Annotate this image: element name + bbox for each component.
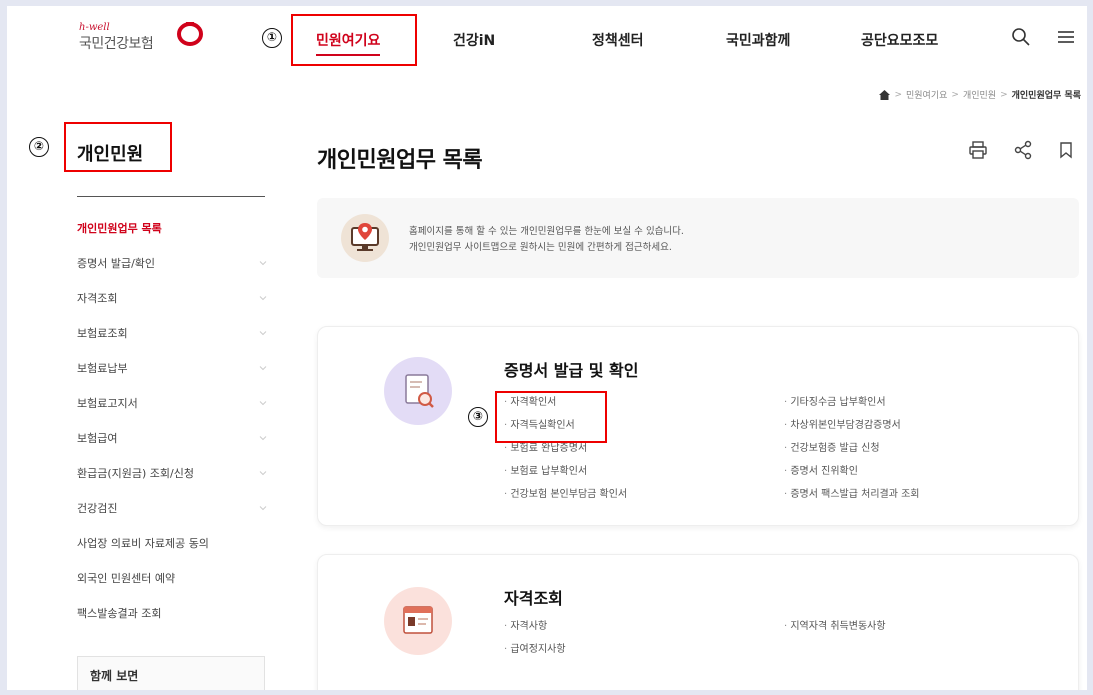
breadcrumb-separator: > (1000, 89, 1008, 100)
section-card-certificate: 증명서 발급 및 확인 자격확인서 자격득실확인서 보험료 완납증명서 보험료 … (317, 326, 1079, 526)
sidebar-item-label: 보험료고지서 (77, 396, 138, 410)
intro-line-1: 홈페이지를 통해 할 수 있는 개인민원업무를 한눈에 보실 수 있습니다. (409, 226, 684, 237)
sidebar-item-premium-notice[interactable]: 보험료고지서 (77, 385, 267, 420)
annotation-box-certificate-link (495, 391, 607, 443)
sidebar-item-checkup[interactable]: 건강검진 (77, 490, 267, 525)
chevron-down-icon (259, 295, 267, 300)
sidebar-item-eligibility[interactable]: 자격조회 (77, 280, 267, 315)
page-frame: h-well 국민건강보험 민원여기요 건강iN 정책센터 국민과함께 공단요모… (7, 6, 1087, 690)
nav-policy-center[interactable]: 정책센터 (592, 30, 644, 50)
breadcrumb-current: 개인민원업무 목록 (1011, 91, 1081, 101)
link-item[interactable]: 차상위본인부담경감증명서 (784, 414, 920, 437)
link-item[interactable]: 건강보험 본인부담금 확인서 (504, 483, 627, 506)
sidebar-item-label: 증명서 발급/확인 (77, 256, 156, 270)
sidebar-item-foreigner-reservation[interactable]: 외국인 민원센터 예약 (77, 560, 267, 595)
logo-text: 국민건강보험 (79, 36, 154, 52)
breadcrumb-item[interactable]: 개인민원 (963, 88, 996, 101)
sidebar-item-label: 팩스발송결과 조회 (77, 606, 162, 620)
sidebar-item-label: 보험료납부 (77, 361, 128, 375)
chevron-down-icon (259, 330, 267, 335)
sidebar-item-label: 개인민원업무 목록 (77, 221, 162, 235)
related-box: 함께 보면 (77, 656, 265, 690)
intro-banner: 홈페이지를 통해 할 수 있는 개인민원업무를 한눈에 보실 수 있습니다. 개… (317, 198, 1079, 278)
site-logo[interactable]: h-well 국민건강보험 (79, 22, 209, 66)
logo-mark-icon (177, 22, 203, 46)
annotation-number-1: ① (262, 28, 282, 48)
sidebar-item-premium-inquiry[interactable]: 보험료조회 (77, 315, 267, 350)
chevron-down-icon (259, 470, 267, 475)
home-icon[interactable] (879, 89, 891, 100)
sidebar-item-label: 사업장 의료비 자료제공 동의 (77, 536, 209, 550)
page-title: 개인민원업무 목록 (317, 148, 483, 173)
section-title: 증명서 발급 및 확인 (504, 361, 639, 380)
nav-corporation[interactable]: 공단요모조모 (861, 30, 938, 50)
chevron-down-icon (259, 260, 267, 265)
section-right-list: 지역자격 취득변동사항 (784, 615, 885, 638)
menu-icon[interactable] (1055, 26, 1077, 48)
link-item[interactable]: 지역자격 취득변동사항 (784, 615, 885, 638)
sidebar-item-premium-payment[interactable]: 보험료납부 (77, 350, 267, 385)
monitor-location-icon (341, 214, 389, 262)
section-icon-bg (384, 587, 452, 655)
id-card-icon (403, 606, 433, 634)
search-icon[interactable] (1010, 26, 1032, 48)
sidebar-item-label: 환급금(지원금) 조회/신청 (77, 466, 194, 480)
sidebar-item-list[interactable]: 개인민원업무 목록 (77, 210, 267, 245)
logo-tagline: h-well (79, 22, 110, 33)
document-search-icon (405, 374, 434, 408)
chevron-down-icon (259, 365, 267, 370)
sidebar-item-benefits[interactable]: 보험급여 (77, 420, 267, 455)
related-title: 함께 보면 (90, 669, 139, 683)
sidebar-menu: 개인민원업무 목록 증명서 발급/확인 자격조회 보험료조회 보험료납부 보험료… (77, 210, 267, 630)
nav-together[interactable]: 국민과함께 (726, 30, 790, 50)
link-item[interactable]: 보험료 납부확인서 (504, 460, 627, 483)
sidebar-item-label: 건강검진 (77, 501, 118, 515)
intro-line-2: 개인민원업무 사이트맵으로 원하시는 민원에 간편하게 접근하세요. (409, 242, 672, 253)
print-icon[interactable] (968, 140, 988, 160)
breadcrumb-separator: > (894, 89, 902, 100)
share-icon[interactable] (1013, 140, 1033, 160)
sidebar-item-medical-consent[interactable]: 사업장 의료비 자료제공 동의 (77, 525, 267, 560)
annotation-number-3: ③ (468, 407, 488, 427)
link-item[interactable]: 기타징수금 납부확인서 (784, 391, 920, 414)
link-item[interactable]: 자격사항 (504, 615, 566, 638)
section-right-list: 기타징수금 납부확인서 차상위본인부담경감증명서 건강보험증 발급 신청 증명서… (784, 391, 920, 506)
link-item[interactable]: 증명서 팩스발급 처리결과 조회 (784, 483, 919, 506)
sidebar-item-label: 외국인 민원센터 예약 (77, 571, 176, 585)
section-card-eligibility: 자격조회 자격사항 급여정지사항 지역자격 취득변동사항 (317, 554, 1079, 690)
breadcrumb-separator: > (951, 89, 959, 100)
sidebar-item-fax-result[interactable]: 팩스발송결과 조회 (77, 595, 267, 630)
breadcrumb-item[interactable]: 민원여기요 (906, 88, 947, 101)
bookmark-icon[interactable] (1056, 140, 1076, 160)
sidebar-item-label: 보험료조회 (77, 326, 128, 340)
chevron-down-icon (259, 435, 267, 440)
sidebar-divider (77, 196, 265, 197)
sidebar-item-certificate[interactable]: 증명서 발급/확인 (77, 245, 267, 280)
link-item[interactable]: 급여정지사항 (504, 638, 565, 661)
sidebar-title: 개인민원 (77, 144, 144, 165)
sidebar-item-label: 자격조회 (77, 291, 118, 305)
section-title: 자격조회 (504, 589, 563, 608)
sidebar-item-label: 보험급여 (77, 431, 118, 445)
section-icon-bg (384, 357, 452, 425)
link-item[interactable]: 건강보험증 발급 신청 (784, 437, 920, 460)
nav-health-in[interactable]: 건강iN (453, 30, 495, 50)
section-left-list: 자격사항 급여정지사항 (504, 615, 566, 661)
breadcrumb: > 민원여기요 > 개인민원 > 개인민원업무 목록 (879, 88, 1081, 101)
annotation-box-nav (291, 14, 417, 66)
chevron-down-icon (259, 505, 267, 510)
link-item[interactable]: 증명서 진위확인 (784, 460, 920, 483)
chevron-down-icon (259, 400, 267, 405)
annotation-number-2: ② (29, 137, 49, 157)
sidebar-item-refund[interactable]: 환급금(지원금) 조회/신청 (77, 455, 267, 490)
